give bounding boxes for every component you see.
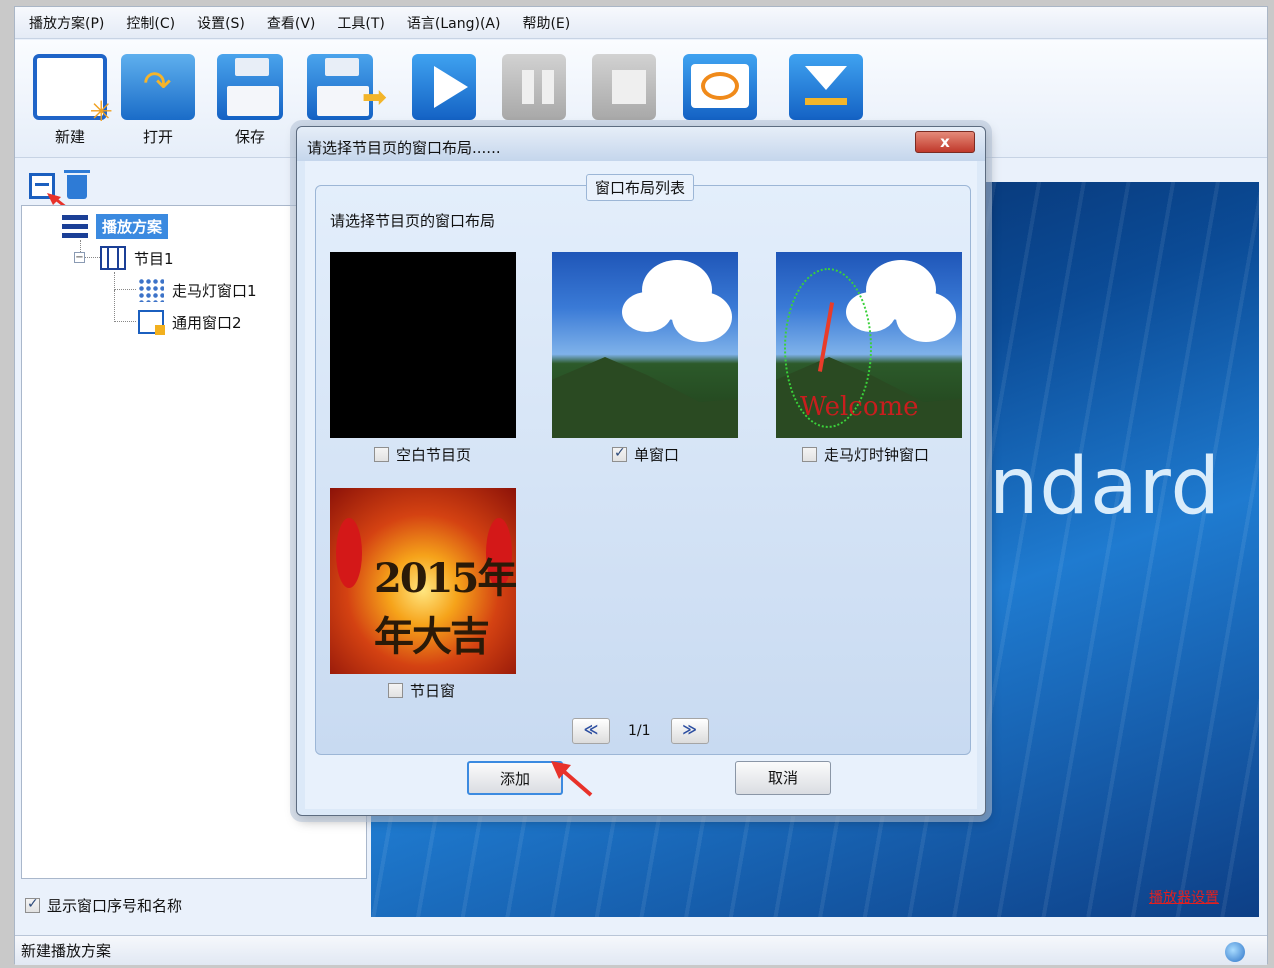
cancel-button[interactable]: 取消 <box>735 761 831 795</box>
save-icon <box>217 54 283 120</box>
save-button-label: 保存 <box>234 128 265 146</box>
pause-icon <box>502 54 566 120</box>
layout-label: 走马灯时钟窗口 <box>824 446 930 464</box>
tree-item-label: 节目1 <box>134 249 174 268</box>
stop-icon <box>592 54 656 120</box>
layout-thumb-marquee-clock[interactable]: Welcome <box>776 252 962 438</box>
checkbox[interactable] <box>25 896 40 913</box>
open-button-label: 打开 <box>142 128 173 146</box>
pager: ≪ 1/1 ≫ <box>572 718 709 744</box>
tree-item-general-window[interactable]: 通用窗口2 <box>138 310 242 335</box>
tree-item-label: 通用窗口2 <box>172 313 242 332</box>
eye-icon <box>683 54 757 120</box>
tree-item-play-plan[interactable]: 播放方案 <box>62 214 169 239</box>
tree-item-program[interactable]: 节目1 <box>100 246 174 270</box>
menu-help[interactable]: 帮助(E) <box>522 13 570 33</box>
tree-item-marquee-window[interactable]: 走马灯窗口1 <box>138 278 257 302</box>
globe-icon[interactable] <box>1225 942 1245 962</box>
checkbox[interactable] <box>802 447 817 462</box>
layout-dialog: 请选择节目页的窗口布局...... x 窗口布局列表 请选择节目页的窗口布局 空… <box>296 126 986 816</box>
layout-option-festival[interactable]: 节日窗 <box>388 680 455 701</box>
layout-option-single[interactable]: 单窗口 <box>612 444 679 465</box>
checkbox-label: 显示窗口序号和名称 <box>47 897 183 915</box>
layout-label: 空白节目页 <box>396 446 472 464</box>
prev-page-button[interactable]: ≪ <box>572 718 610 744</box>
save-as-button[interactable]: ➡ <box>295 54 387 120</box>
layout-group: 窗口布局列表 请选择节目页的窗口布局 空白节目页 单窗口 <box>315 174 971 755</box>
close-button[interactable]: x <box>915 131 975 153</box>
dialog-titlebar: 请选择节目页的窗口布局...... x <box>297 127 985 161</box>
new-file-icon: ✳ <box>33 54 113 128</box>
add-button[interactable]: 添加 <box>467 761 563 795</box>
layout-label: 节日窗 <box>410 682 456 700</box>
window-icon <box>138 310 165 335</box>
marquee-icon <box>138 278 164 302</box>
film-icon <box>100 246 126 270</box>
brand-text: ndard <box>989 442 1221 532</box>
stop-button[interactable] <box>579 54 669 120</box>
save-as-icon: ➡ <box>307 54 387 120</box>
layout-option-marquee-clock[interactable]: 走马灯时钟窗口 <box>802 444 929 465</box>
layout-option-blank[interactable]: 空白节目页 <box>374 444 471 465</box>
status-bar: 新建播放方案 <box>15 935 1267 965</box>
new-button-label: 新建 <box>54 128 85 146</box>
menu-control[interactable]: 控制(C) <box>126 13 175 33</box>
layout-label: 单窗口 <box>634 446 680 464</box>
group-prompt: 请选择节目页的窗口布局 <box>330 212 496 230</box>
menu-bar: 播放方案(P) 控制(C) 设置(S) 查看(V) 工具(T) 语言(Lang)… <box>15 7 1267 39</box>
menu-settings[interactable]: 设置(S) <box>197 13 245 33</box>
dialog-body: 窗口布局列表 请选择节目页的窗口布局 空白节目页 单窗口 <box>305 161 977 809</box>
folder-open-icon: ↷ <box>121 54 195 120</box>
festival-text: 2015年年大吉 <box>374 555 516 660</box>
checkbox[interactable] <box>374 447 389 462</box>
pause-button[interactable] <box>489 54 579 120</box>
layout-thumb-blank[interactable] <box>330 252 516 438</box>
show-window-index-checkbox[interactable]: 显示窗口序号和名称 <box>25 895 182 916</box>
dialog-title: 请选择节目页的窗口布局...... <box>307 139 501 157</box>
tree-item-label: 走马灯窗口1 <box>172 281 257 300</box>
new-button[interactable]: ✳ 新建 <box>25 54 115 147</box>
tree-item-label: 播放方案 <box>96 214 169 239</box>
play-icon <box>412 54 476 120</box>
status-text: 新建播放方案 <box>21 942 112 960</box>
menu-tools[interactable]: 工具(T) <box>337 13 384 33</box>
download-button[interactable] <box>781 54 871 120</box>
menu-language[interactable]: 语言(Lang)(A) <box>407 13 501 33</box>
menu-play-plan[interactable]: 播放方案(P) <box>29 13 104 33</box>
download-icon <box>789 54 863 120</box>
layout-thumb-festival[interactable]: 2015年年大吉 <box>330 488 516 674</box>
page-indicator: 1/1 <box>628 723 651 739</box>
play-button[interactable] <box>399 54 489 120</box>
player-settings-link[interactable]: 播放器设置 <box>1149 887 1219 907</box>
menu-view[interactable]: 查看(V) <box>267 13 316 33</box>
open-button[interactable]: ↷ 打开 <box>113 54 203 147</box>
layout-thumb-single[interactable] <box>552 252 738 438</box>
next-page-button[interactable]: ≫ <box>670 718 709 744</box>
checkbox[interactable] <box>388 683 403 698</box>
checkbox[interactable] <box>612 445 627 462</box>
collapse-toggle[interactable]: − <box>74 252 85 263</box>
red-arrow-icon <box>551 761 593 797</box>
group-title: 窗口布局列表 <box>586 174 695 201</box>
preview-button[interactable] <box>675 54 765 120</box>
save-button[interactable]: 保存 <box>205 54 295 147</box>
list-icon <box>62 214 88 239</box>
welcome-text: Welcome <box>800 392 919 422</box>
